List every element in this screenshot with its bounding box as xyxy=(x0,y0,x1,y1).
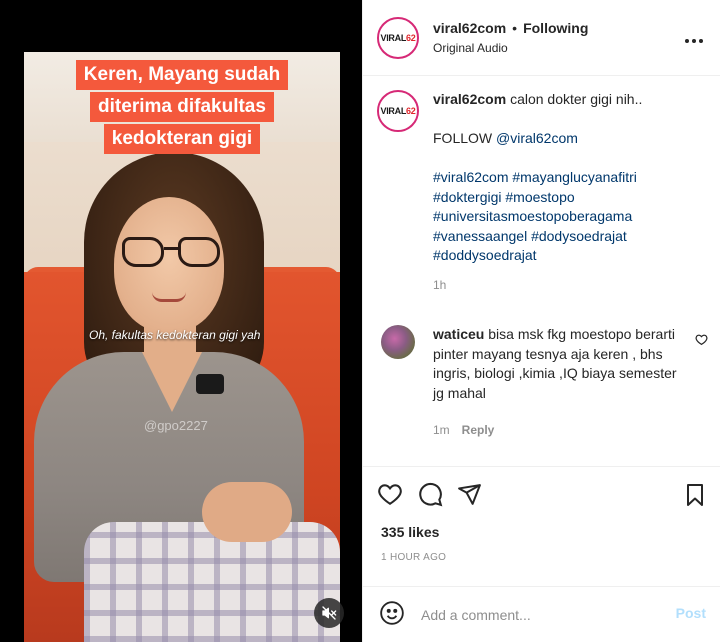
comment-time[interactable]: 1m xyxy=(433,423,450,437)
likes-count[interactable]: 335 likes xyxy=(363,524,720,548)
comments-section: VIRAL 62 viral62com calon dokter gigi nih… xyxy=(363,76,720,466)
heart-icon xyxy=(695,334,708,346)
comment-like-button[interactable] xyxy=(695,333,708,349)
comment-input[interactable] xyxy=(421,606,651,623)
send-icon xyxy=(458,483,481,505)
video-caption-line: diterima difakultas xyxy=(90,92,274,122)
caption-username[interactable]: viral62com xyxy=(433,91,506,107)
action-bar xyxy=(363,466,720,524)
caption-text: calon dokter gigi nih.. xyxy=(510,91,643,107)
commenter-username[interactable]: waticeu xyxy=(433,326,484,342)
video-watermark: @gpo2227 xyxy=(144,418,208,433)
reply-button[interactable]: Reply xyxy=(462,423,495,437)
viral62-logo: VIRAL 62 xyxy=(380,19,416,56)
commenter-avatar[interactable] xyxy=(381,325,415,359)
video-caption-line: Keren, Mayang sudah xyxy=(75,60,289,90)
header-username[interactable]: viral62com xyxy=(433,20,506,36)
avatar[interactable]: VIRAL 62 xyxy=(377,90,419,132)
hashtags[interactable]: #viral62com #mayanglucyanafitri #dokterg… xyxy=(433,168,706,266)
video-caption-overlay: Keren, Mayang sudah diterima difakultas … xyxy=(24,60,340,154)
audio-link[interactable]: Original Audio xyxy=(433,38,588,58)
video-subtitle: Oh, fakultas kedokteran gigi yah xyxy=(89,328,261,342)
person-plaid-skirt xyxy=(84,522,340,642)
mute-button[interactable] xyxy=(314,598,344,628)
share-button[interactable] xyxy=(457,482,482,510)
post-caption: VIRAL 62 viral62com calon dokter gigi nih… xyxy=(377,90,706,295)
following-button[interactable]: Following xyxy=(523,20,588,36)
post-header: VIRAL 62 viral62com • Following Original Au… xyxy=(363,0,720,76)
follow-prefix: FOLLOW xyxy=(433,130,497,146)
video-pane: Keren, Mayang sudah diterima difakultas … xyxy=(0,0,362,642)
person-smile xyxy=(152,292,186,302)
mention-link[interactable]: @viral62com xyxy=(496,130,578,146)
post-side-panel: VIRAL 62 viral62com • Following Original Au… xyxy=(362,0,720,642)
viral62-logo: VIRAL 62 xyxy=(380,93,416,129)
header-separator: • xyxy=(512,19,518,36)
instagram-post-modal: Keren, Mayang sudah diterima difakultas … xyxy=(0,0,720,642)
save-button[interactable] xyxy=(684,483,706,510)
like-button[interactable] xyxy=(377,481,403,510)
comment-icon xyxy=(419,483,443,507)
post-timestamp: 1 HOUR AGO xyxy=(381,552,447,563)
video-player[interactable]: Keren, Mayang sudah diterima difakultas … xyxy=(24,52,340,642)
emoji-button[interactable] xyxy=(379,600,405,629)
comment-item: waticeu bisa msk fkg moestopo berarti pi… xyxy=(377,325,708,441)
video-caption-line: kedokteran gigi xyxy=(103,124,261,154)
clip-microphone xyxy=(196,374,224,394)
more-horizontal-icon xyxy=(685,39,703,43)
person-glasses xyxy=(122,237,220,269)
person-hands xyxy=(202,482,292,542)
add-comment-bar: Post xyxy=(363,586,720,642)
avatar[interactable]: VIRAL 62 xyxy=(377,16,419,59)
heart-icon xyxy=(378,484,402,505)
bookmark-icon xyxy=(687,484,703,506)
caption-time[interactable]: 1h xyxy=(433,276,706,296)
post-comment-button[interactable]: Post xyxy=(676,605,706,621)
more-options-button[interactable] xyxy=(684,28,704,49)
comment-button[interactable] xyxy=(417,481,443,510)
emoji-icon xyxy=(380,601,404,625)
person-vneck xyxy=(142,352,202,412)
speaker-muted-icon xyxy=(322,606,337,620)
